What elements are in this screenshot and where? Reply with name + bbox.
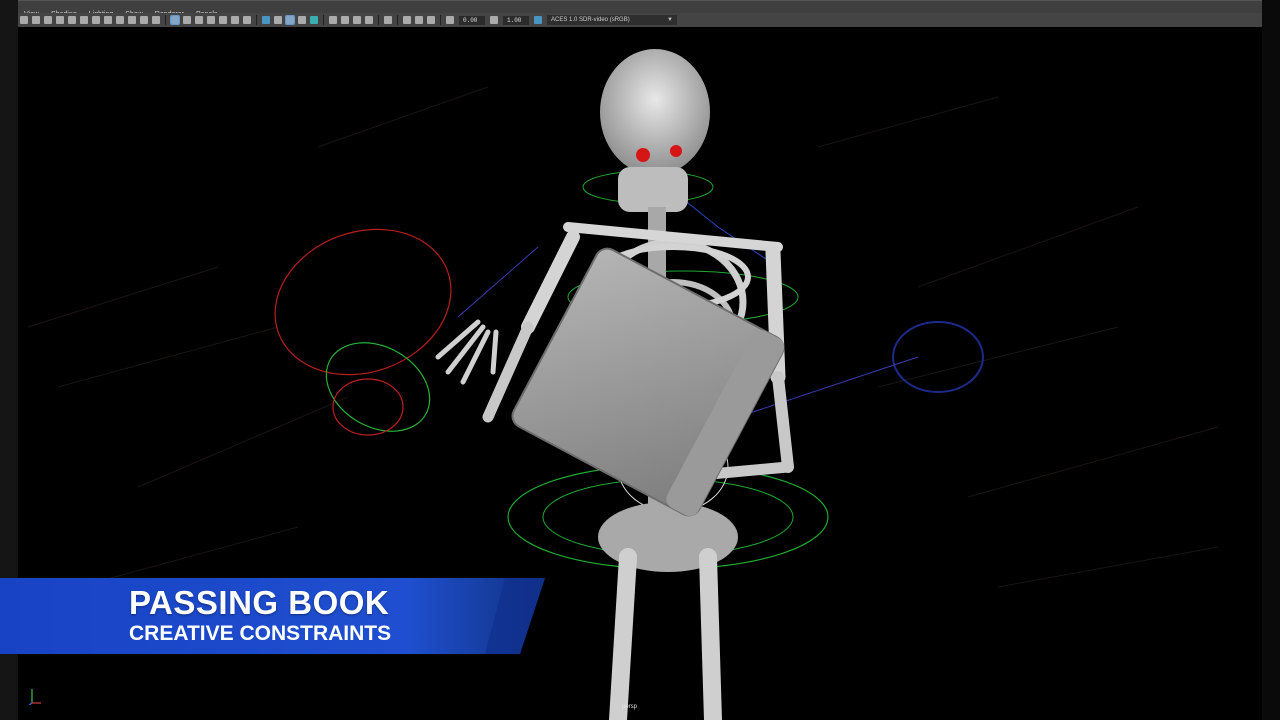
right-panel-edge xyxy=(1261,0,1280,720)
camera-view-icon[interactable] xyxy=(415,16,423,24)
safe-title-icon[interactable] xyxy=(152,16,160,24)
resolution-gate-icon[interactable] xyxy=(80,16,88,24)
gate-mask-icon[interactable] xyxy=(116,16,124,24)
exposure-field[interactable]: 0.00 xyxy=(459,15,485,25)
isolate-icon[interactable] xyxy=(384,16,392,24)
video-subtitle: CREATIVE CONSTRAINTS xyxy=(129,622,392,645)
select-icon[interactable] xyxy=(68,16,76,24)
xray-icon[interactable] xyxy=(285,15,295,25)
chevron-down-icon: ▼ xyxy=(667,17,673,23)
maya-window: ViewShadingLightingShowRendererPanels xyxy=(0,0,1280,720)
ambient-occlusion-icon[interactable] xyxy=(329,16,337,24)
axis-gizmo xyxy=(28,685,42,706)
color-management-icon[interactable] xyxy=(534,16,542,24)
safe-action-icon[interactable] xyxy=(140,16,148,24)
grid-icon[interactable] xyxy=(170,15,180,25)
image-plane-icon[interactable] xyxy=(56,16,64,24)
panel-layout-icon[interactable] xyxy=(427,16,435,24)
camera-name-label: persp xyxy=(622,704,638,710)
view-transform-label: ACES 1.0 SDR-video (sRGB) xyxy=(551,17,630,23)
video-title: PASSING BOOK xyxy=(129,584,390,621)
playblast-icon[interactable] xyxy=(403,16,411,24)
flat-shade-icon[interactable] xyxy=(231,16,239,24)
exposure-icon[interactable] xyxy=(446,16,454,24)
depth-of-field-icon[interactable] xyxy=(365,16,373,24)
bounding-box-icon[interactable] xyxy=(219,16,227,24)
panel-toolbar: 0.00 1.00 ACES 1.0 SDR-video (sRGB) ▼ xyxy=(18,13,1262,28)
wireframe-icon[interactable] xyxy=(195,16,203,24)
panel-menubar: ViewShadingLightingShowRendererPanels xyxy=(18,0,1262,18)
field-chart-icon[interactable] xyxy=(128,16,136,24)
motion-blur-icon[interactable] xyxy=(341,16,349,24)
gamma-icon[interactable] xyxy=(490,16,498,24)
hud-icon[interactable] xyxy=(183,16,191,24)
gamma-field[interactable]: 1.00 xyxy=(503,15,529,25)
wireframe-on-shaded-icon[interactable] xyxy=(243,16,251,24)
smooth-shade-icon[interactable] xyxy=(207,16,215,24)
shadow-icon[interactable] xyxy=(310,16,318,24)
use-default-material-icon[interactable] xyxy=(274,16,282,24)
camera-icon[interactable] xyxy=(20,16,28,24)
anti-aliasing-icon[interactable] xyxy=(353,16,361,24)
texture-icon[interactable] xyxy=(262,16,270,24)
light-icon[interactable] xyxy=(298,16,306,24)
bookmark-icon[interactable] xyxy=(44,16,52,24)
film-gate-icon[interactable] xyxy=(104,16,112,24)
grease-pencil-icon[interactable] xyxy=(92,16,100,24)
camera-attributes-icon[interactable] xyxy=(32,16,40,24)
view-transform-dropdown[interactable]: ACES 1.0 SDR-video (sRGB) ▼ xyxy=(547,15,677,25)
